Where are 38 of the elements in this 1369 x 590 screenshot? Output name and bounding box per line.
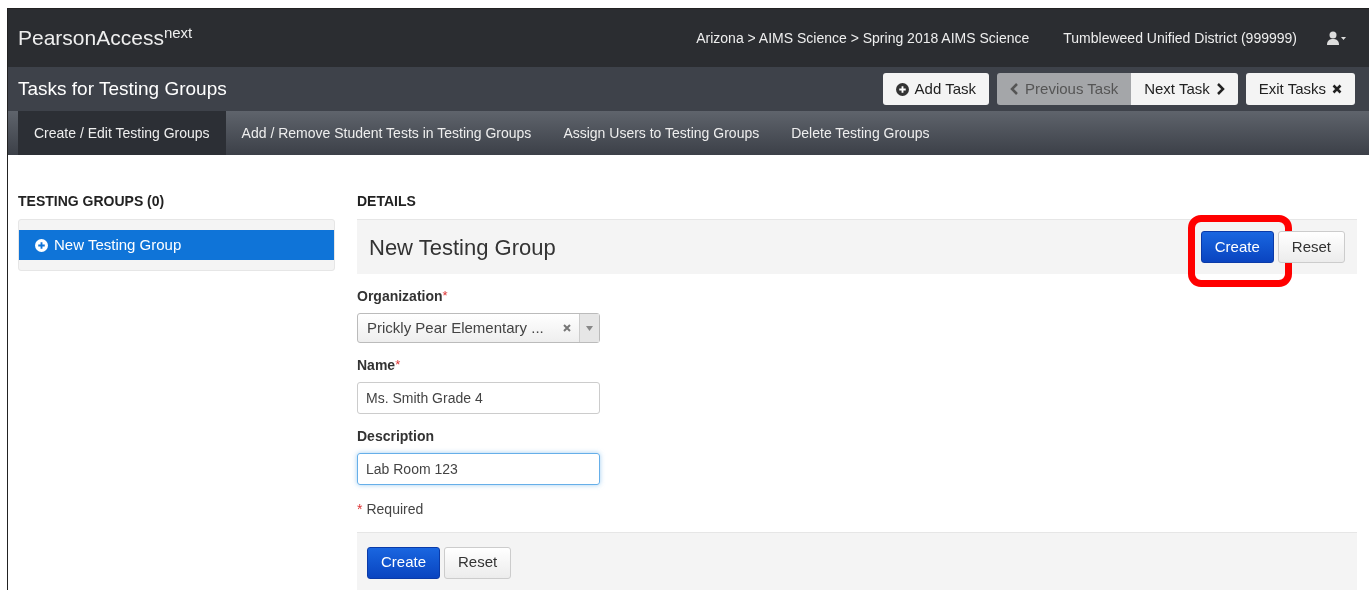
- details-heading: DETAILS: [357, 192, 417, 211]
- chevron-right-icon: [1215, 83, 1225, 95]
- text-field[interactable]: Lab Room 123: [357, 453, 600, 485]
- required-note: Required: [366, 500, 424, 519]
- text-field[interactable]: Ms. Smith Grade 4: [357, 382, 600, 414]
- caret-icon: [586, 325, 593, 331]
- organization-name[interactable]: Tumbleweed Unified District (999999): [1063, 27, 1297, 49]
- required-mark: *: [357, 500, 363, 519]
- create-button[interactable]: Create: [1200, 231, 1274, 263]
- dropdown-toggle[interactable]: [579, 314, 599, 342]
- close-icon: [1332, 84, 1342, 94]
- required-mark: *: [395, 356, 401, 374]
- nav-tab[interactable]: Add / Remove Student Tests in Testing Groups: [225, 111, 548, 155]
- reset-button[interactable]: Reset: [444, 546, 512, 579]
- nav-tab[interactable]: Create / Edit Testing Groups: [18, 111, 226, 155]
- breadcrumb[interactable]: Arizona > AIMS Science > Spring 2018 AIMS Science: [696, 27, 1030, 49]
- organization-select[interactable]: Prickly Pear Elementary ...: [357, 313, 600, 343]
- plus-circle-icon: [895, 82, 909, 96]
- field-label: Name: [357, 356, 396, 375]
- user-menu-icon[interactable]: [1327, 31, 1347, 45]
- next-task-button[interactable]: Next Task: [1131, 73, 1238, 105]
- clear-icon[interactable]: [563, 324, 571, 332]
- reset-button[interactable]: Reset: [1277, 231, 1345, 263]
- required-mark: *: [442, 287, 448, 303]
- task-title: Tasks for Testing Groups: [18, 76, 227, 101]
- add-task-button[interactable]: Add Task: [882, 73, 990, 105]
- chevron-left-icon: [1010, 83, 1020, 95]
- sidebar-item[interactable]: New Testing Group: [19, 230, 334, 260]
- field-label: Description: [357, 427, 434, 446]
- sidebar-heading: TESTING GROUPS (0): [18, 192, 166, 211]
- nav-tab[interactable]: Delete Testing Groups: [775, 111, 946, 155]
- exit-task-button[interactable]: Exit Tasks: [1245, 73, 1355, 105]
- field-label: Organization: [357, 287, 443, 306]
- brand-logo: PearsonAccess$^{next}$: [18, 22, 193, 52]
- details-title: New Testing Group: [369, 233, 556, 262]
- nav-tab[interactable]: Assign Users to Testing Groups: [547, 111, 776, 155]
- plus-circle-icon: [35, 238, 48, 252]
- create-button[interactable]: Create: [367, 546, 441, 579]
